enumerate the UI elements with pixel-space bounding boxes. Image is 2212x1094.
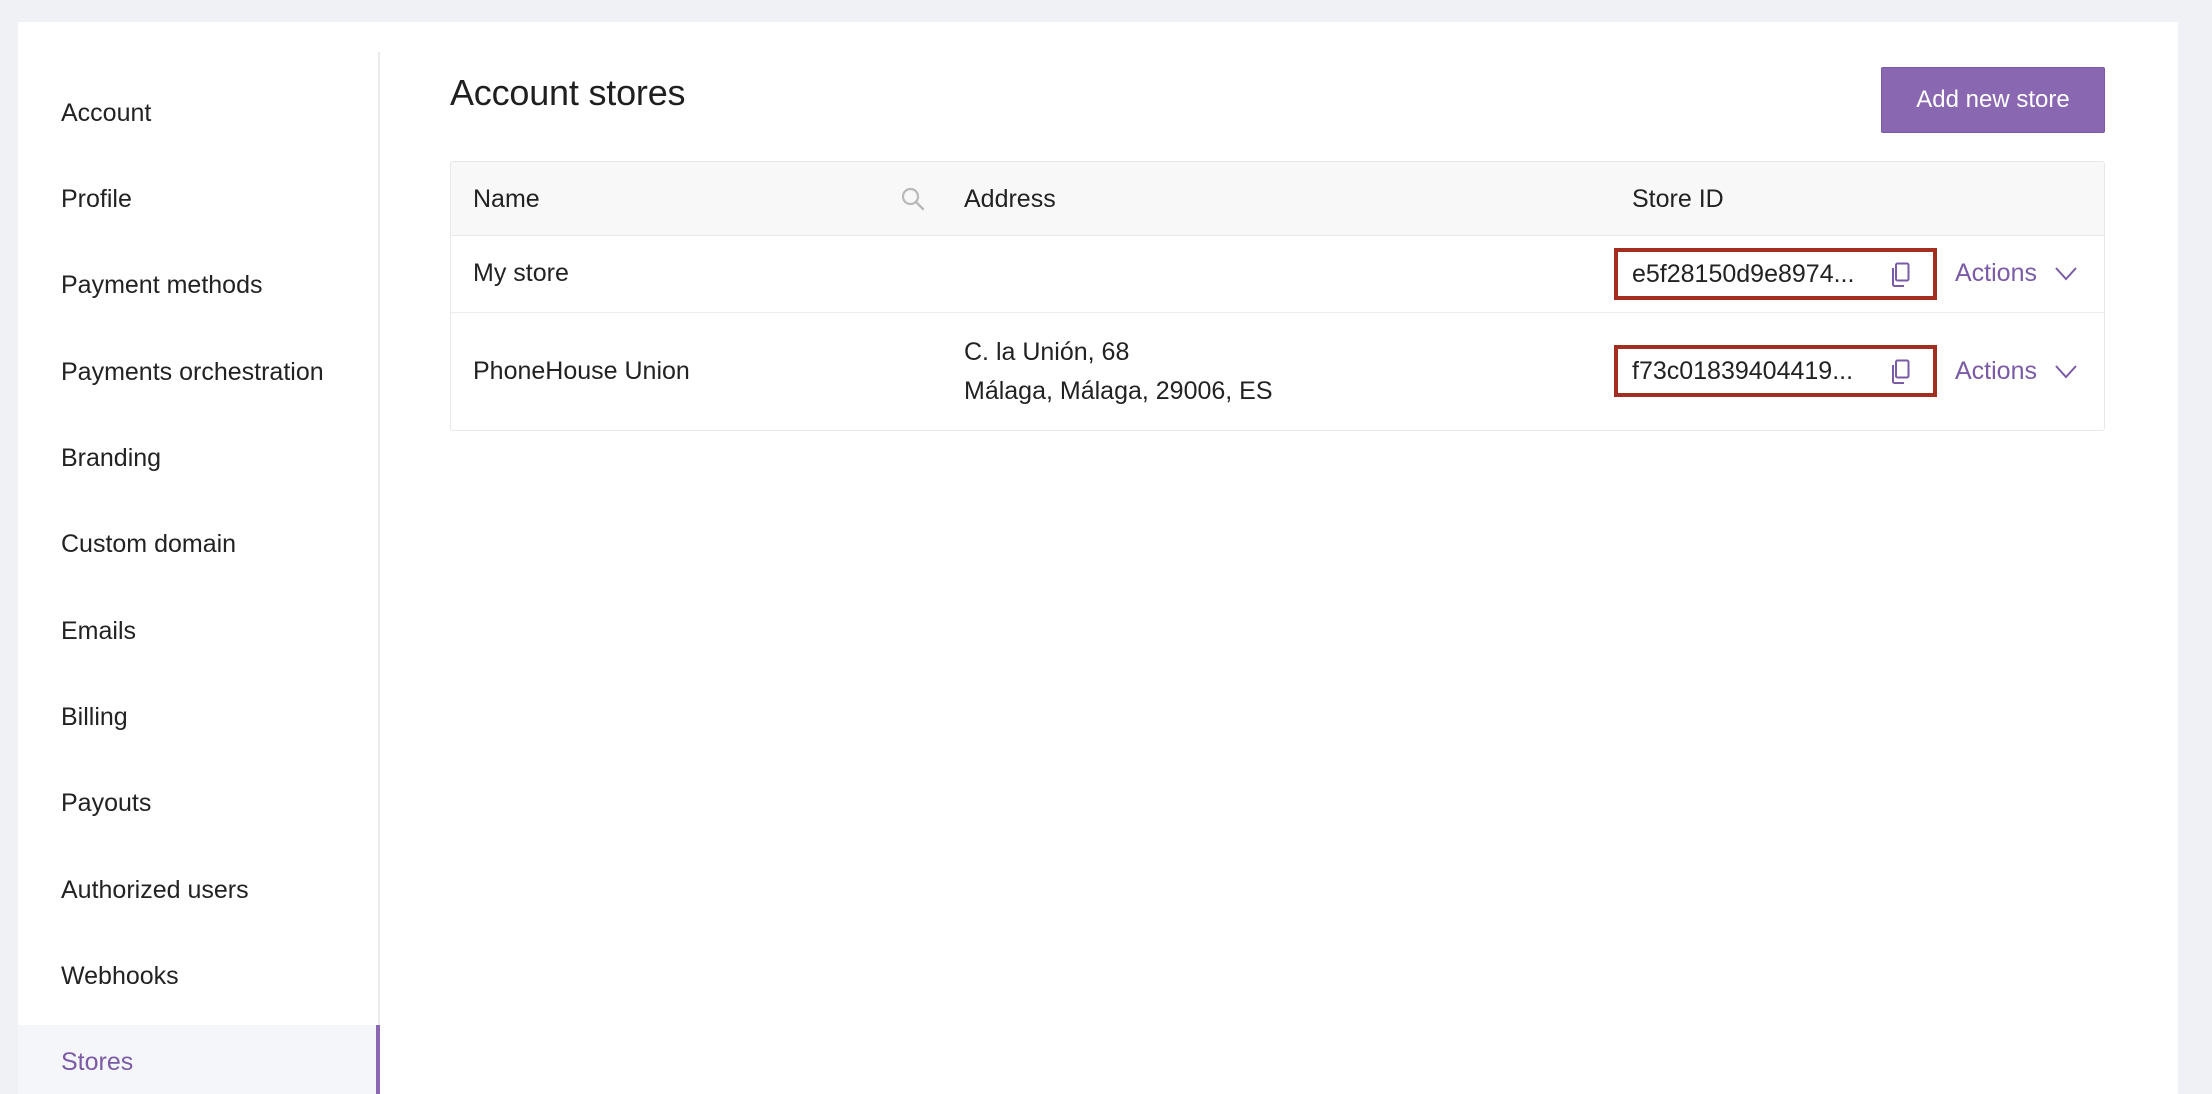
add-new-store-button[interactable]: Add new store xyxy=(1881,67,2105,133)
table-row: PhoneHouse Union C. la Unión, 68 Málaga,… xyxy=(451,313,2104,430)
table-row: My store e5f28150d9e8974... Actions xyxy=(451,236,2104,313)
sidebar-item-payments-orchestration[interactable]: Payments orchestration xyxy=(18,335,378,409)
address-line-2: Málaga, Málaga, 29006, ES xyxy=(964,377,1273,405)
sidebar-item-payment-methods[interactable]: Payment methods xyxy=(18,248,378,322)
sidebar-item-billing[interactable]: Billing xyxy=(18,680,378,754)
address-line-1: C. la Unión, 68 xyxy=(964,338,1130,366)
search-icon[interactable] xyxy=(899,185,927,213)
column-header-store-id: Store ID xyxy=(1632,184,1724,213)
actions-dropdown[interactable]: Actions xyxy=(1955,259,2077,288)
sidebar-item-label: Authorized users xyxy=(61,875,249,904)
sidebar-item-webhooks[interactable]: Webhooks xyxy=(18,939,378,1013)
sidebar-item-label: Profile xyxy=(61,184,132,213)
store-id-value: e5f28150d9e8974... xyxy=(1632,259,1855,288)
store-id-field: f73c01839404419... xyxy=(1614,345,1937,397)
copy-icon[interactable] xyxy=(1889,359,1911,385)
main-content: Account stores Add new store Name Addres… xyxy=(450,22,2178,1094)
sidebar-item-label: Payouts xyxy=(61,788,152,817)
stores-table: Name Address Store ID My store e5f28150d… xyxy=(450,161,2105,431)
sidebar-item-profile[interactable]: Profile xyxy=(18,162,378,236)
settings-sidebar: Account Profile Payment methods Payments… xyxy=(18,52,380,1094)
sidebar-item-label: Webhooks xyxy=(61,961,179,990)
sidebar-item-label: Branding xyxy=(61,443,162,472)
sidebar-item-label: Custom domain xyxy=(61,529,237,558)
chevron-down-icon xyxy=(2055,364,2077,378)
store-id-field: e5f28150d9e8974... xyxy=(1614,248,1937,300)
sidebar-item-branding[interactable]: Branding xyxy=(18,421,378,495)
actions-label: Actions xyxy=(1955,259,2037,287)
sidebar-item-account[interactable]: Account xyxy=(18,76,378,150)
settings-panel: Account Profile Payment methods Payments… xyxy=(18,22,2178,1094)
sidebar-item-payouts[interactable]: Payouts xyxy=(18,766,378,840)
sidebar-item-custom-domain[interactable]: Custom domain xyxy=(18,507,378,581)
copy-icon[interactable] xyxy=(1889,262,1911,288)
store-name: PhoneHouse Union xyxy=(473,357,690,385)
actions-label: Actions xyxy=(1955,357,2037,385)
sidebar-item-label: Payments orchestration xyxy=(61,357,324,386)
sidebar-item-label: Payment methods xyxy=(61,270,263,299)
store-name: My store xyxy=(473,259,569,287)
sidebar-item-label: Emails xyxy=(61,616,137,645)
column-header-address: Address xyxy=(964,184,1056,213)
sidebar-item-stores[interactable]: Stores xyxy=(18,1025,380,1094)
sidebar-item-label: Stores xyxy=(61,1047,134,1076)
table-header: Name Address Store ID xyxy=(451,162,2104,236)
sidebar-item-label: Billing xyxy=(61,702,128,731)
sidebar-item-authorized-users[interactable]: Authorized users xyxy=(18,853,378,927)
chevron-down-icon xyxy=(2055,266,2077,280)
store-id-value: f73c01839404419... xyxy=(1632,356,1854,385)
column-header-name[interactable]: Name xyxy=(473,162,540,236)
sidebar-item-label: Account xyxy=(61,98,152,127)
page-title: Account stores xyxy=(450,72,686,113)
sidebar-item-emails[interactable]: Emails xyxy=(18,594,378,668)
store-address: C. la Unión, 68 Málaga, Málaga, 29006, E… xyxy=(964,333,1273,411)
actions-dropdown[interactable]: Actions xyxy=(1955,357,2077,386)
